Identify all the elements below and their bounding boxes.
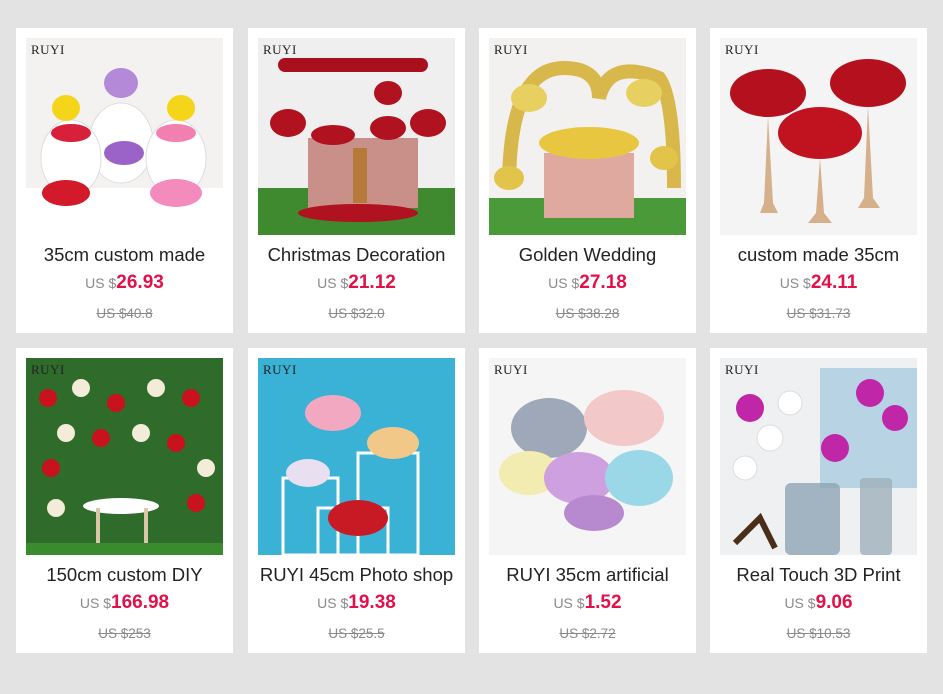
product-image[interactable]: RUYI: [489, 358, 686, 555]
product-price: US $166.98: [16, 592, 233, 614]
product-image[interactable]: RUYI: [720, 38, 917, 235]
currency-label: US $: [779, 275, 811, 291]
product-card[interactable]: RUYI RUYI 45cm Photo shop US $19.38 US $…: [248, 348, 465, 653]
brand-watermark: RUYI: [263, 362, 297, 377]
original-price: US $25.5: [328, 626, 385, 641]
brand-watermark: RUYI: [31, 42, 65, 57]
pastel-artificial-plants-image: [489, 358, 686, 555]
price-value: 166.98: [111, 592, 170, 613]
original-price: US $32.0: [328, 306, 385, 321]
product-grid: RUYI 35cm custom made US $26.93 US $40.8: [0, 0, 943, 694]
currency-label: US $: [317, 275, 349, 291]
original-price: US $40.8: [96, 306, 153, 321]
product-title[interactable]: 150cm custom DIY: [16, 564, 233, 586]
currency-label: US $: [85, 275, 117, 291]
product-price: US $26.93: [16, 272, 233, 294]
price-value: 1.52: [584, 592, 622, 613]
product-price: US $19.38: [248, 592, 465, 614]
brand-watermark: RUYI: [725, 362, 759, 377]
original-price: US $10.53: [786, 626, 851, 641]
brand-watermark: RUYI: [725, 42, 759, 57]
product-title[interactable]: Real Touch 3D Print: [710, 564, 927, 586]
product-title[interactable]: custom made 35cm: [710, 244, 927, 266]
rose-flower-wall-image: [26, 358, 223, 555]
original-price: US $38.28: [555, 306, 620, 321]
product-price: US $21.12: [248, 272, 465, 294]
price-value: 9.06: [815, 592, 853, 613]
product-price: US $27.18: [479, 272, 696, 294]
product-card[interactable]: RUYI 35cm custom made US $26.93 US $40.8: [16, 28, 233, 333]
price-value: 26.93: [116, 272, 164, 293]
orchid-vase-image: [720, 358, 917, 555]
brand-watermark: RUYI: [31, 362, 65, 377]
price-value: 19.38: [348, 592, 396, 613]
brand-watermark: RUYI: [263, 42, 297, 57]
product-card[interactable]: RUYI RUYI 35cm artificial US $1.52 US $2…: [479, 348, 696, 653]
product-image[interactable]: RUYI: [720, 358, 917, 555]
product-card[interactable]: RUYI Real Touch 3D Print US $9.06 US $10…: [710, 348, 927, 653]
product-title[interactable]: RUYI 45cm Photo shop: [248, 564, 465, 586]
brand-watermark: RUYI: [494, 42, 528, 57]
golden-wedding-arch-image: [489, 38, 686, 235]
product-title[interactable]: 35cm custom made: [16, 244, 233, 266]
product-image[interactable]: RUYI: [26, 358, 223, 555]
product-price: US $9.06: [710, 592, 927, 614]
price-value: 24.11: [810, 272, 858, 293]
product-title[interactable]: Christmas Decoration: [248, 244, 465, 266]
product-title[interactable]: Golden Wedding: [479, 244, 696, 266]
price-value: 21.12: [348, 272, 396, 293]
original-price: US $253: [98, 626, 151, 641]
currency-label: US $: [317, 595, 349, 611]
product-image[interactable]: RUYI: [489, 38, 686, 235]
price-value: 27.18: [579, 272, 627, 293]
currency-label: US $: [548, 275, 580, 291]
product-title[interactable]: RUYI 35cm artificial: [479, 564, 696, 586]
product-card[interactable]: RUYI 150cm custom DIY US $166.98 US $253: [16, 348, 233, 653]
original-price: US $2.72: [559, 626, 616, 641]
product-card[interactable]: RUYI Golden Wedding US $27.18 US $38.28: [479, 28, 696, 333]
product-card[interactable]: RUYI Christmas Decoration US $21.12 US $…: [248, 28, 465, 333]
currency-label: US $: [784, 595, 816, 611]
product-image[interactable]: RUYI: [258, 38, 455, 235]
currency-label: US $: [79, 595, 111, 611]
red-rose-table-arch-image: [258, 38, 455, 235]
currency-label: US $: [553, 595, 585, 611]
brand-watermark: RUYI: [494, 362, 528, 377]
product-image[interactable]: RUYI: [26, 38, 223, 235]
flower-unicorn-figures-image: [26, 38, 223, 235]
red-rose-ball-stands-image: [720, 38, 917, 235]
product-price: US $1.52: [479, 592, 696, 614]
product-image[interactable]: RUYI: [258, 358, 455, 555]
original-price: US $31.73: [786, 306, 851, 321]
product-card[interactable]: RUYI custom made 35cm US $24.11 US $31.7…: [710, 28, 927, 333]
product-price: US $24.11: [710, 272, 927, 294]
flower-pillar-display-image: [258, 358, 455, 555]
